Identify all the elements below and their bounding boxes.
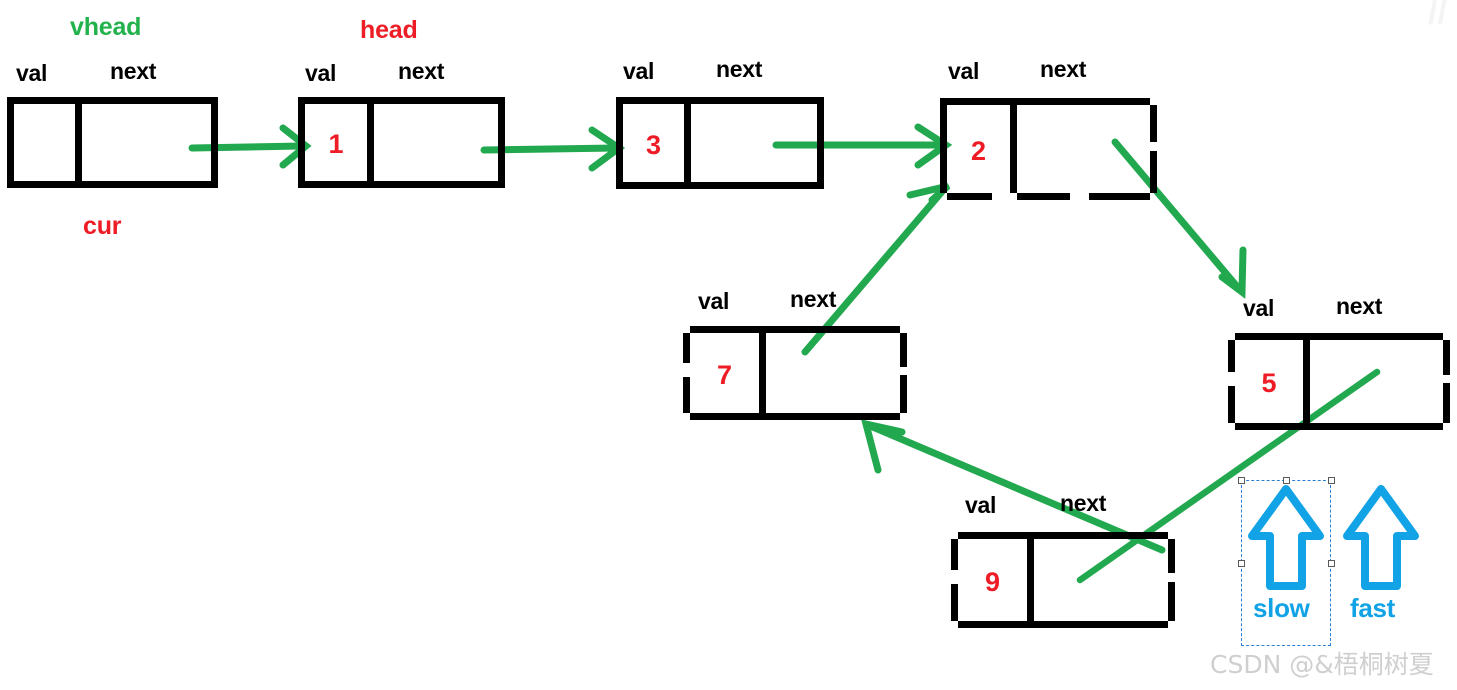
diagram-canvas: .gl { stroke:#22a84e; stroke-width:7; st… bbox=[0, 0, 1457, 690]
fast-pointer-label: fast bbox=[1350, 593, 1396, 623]
csdn-watermark: CSDN @&梧桐树夏 bbox=[1210, 650, 1434, 679]
slow-pointer-label: slow bbox=[1253, 593, 1310, 623]
selection-handle-top-middle[interactable] bbox=[1282, 476, 1290, 484]
selection-handle-top-right[interactable] bbox=[1327, 476, 1335, 484]
selection-handle-top-left[interactable] bbox=[1237, 476, 1245, 484]
slow-fast-arrow-glyphs bbox=[1248, 485, 1419, 590]
corner-mark: // bbox=[1428, 0, 1447, 32]
fast-up-arrow-icon bbox=[1343, 485, 1419, 590]
slow-fast-group[interactable]: slow fast bbox=[0, 0, 1457, 690]
selection-handle-middle-left[interactable] bbox=[1237, 559, 1245, 567]
selection-handle-middle-right[interactable] bbox=[1327, 559, 1335, 567]
